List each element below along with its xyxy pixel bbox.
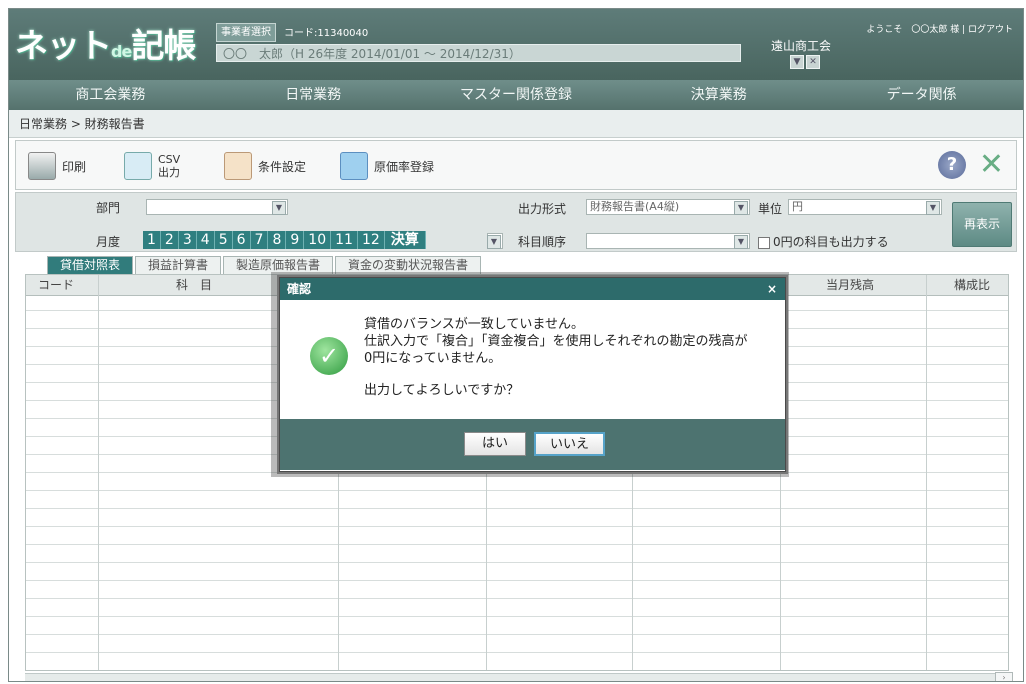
dept-select[interactable]: ▼ xyxy=(146,199,288,215)
business-code: コード:11340040 xyxy=(284,28,369,39)
header-icons: ▼ ✕ xyxy=(790,53,822,69)
menu-item-commerce[interactable]: 商工会業務 xyxy=(9,80,212,110)
conditions-button[interactable]: 条件設定 xyxy=(224,149,306,183)
menu-item-closing[interactable]: 決算業務 xyxy=(617,80,820,110)
col-ratio: 構成比 xyxy=(954,278,991,292)
dialog-message: 貸借のバランスが一致していません。 仕訳入力で「複合」「資金複合」を使用しそれぞ… xyxy=(364,316,748,399)
unit-value: 円 xyxy=(792,200,803,213)
close-icon[interactable]: ✕ xyxy=(979,148,1004,182)
month-7[interactable]: 7 xyxy=(251,231,269,249)
yes-button[interactable]: はい xyxy=(464,432,526,456)
logo-text: ネット xyxy=(15,26,112,65)
help-icon[interactable]: ? xyxy=(938,151,966,179)
col-account: 科 目 xyxy=(176,278,213,292)
column-divider xyxy=(926,275,927,670)
app-logo: ネットde記帳 xyxy=(15,19,196,67)
dialog-titlebar: 確認 × xyxy=(280,278,785,300)
csv-icon xyxy=(124,152,152,180)
month-6[interactable]: 6 xyxy=(233,231,251,249)
association-name: 遠山商工会 xyxy=(771,39,832,53)
confirm-dialog: 確認 × ✓ 貸借のバランスが一致していません。 仕訳入力で「複合」「資金複合」… xyxy=(279,277,786,472)
month-11[interactable]: 11 xyxy=(331,231,358,249)
greeting-logout-link[interactable]: ようこそ 〇〇太郎 様 | ログアウト xyxy=(866,22,1013,35)
menu-item-daily[interactable]: 日常業務 xyxy=(212,80,415,110)
menu-item-data[interactable]: データ関係 xyxy=(820,80,1023,110)
chevron-down-icon: ▼ xyxy=(734,201,748,215)
tab-balance-sheet[interactable]: 貸借対照表 xyxy=(47,256,134,274)
check-icon: ✓ xyxy=(310,337,348,375)
business-select-button[interactable]: 事業者選択 xyxy=(216,23,276,42)
horizontal-scrollbar[interactable] xyxy=(25,673,1009,681)
month-settlement[interactable]: 決算 xyxy=(385,231,426,249)
dialog-title: 確認 xyxy=(287,282,312,296)
month-4[interactable]: 4 xyxy=(197,231,215,249)
csv-label: CSV 出力 xyxy=(158,153,180,179)
user-period-display: 〇〇 太郎（H 26年度 2014/01/01 ～ 2014/12/31） xyxy=(216,44,741,62)
menu-item-master[interactable]: マスター関係登録 xyxy=(415,80,618,110)
clipboard-icon xyxy=(224,152,252,180)
output-format-select[interactable]: 財務報告書(A4縦) ▼ xyxy=(586,199,750,215)
close-icon[interactable]: ✕ xyxy=(806,55,820,69)
breadcrumb: 日常業務 > 財務報告書 xyxy=(9,110,1023,138)
print-label: 印刷 xyxy=(62,159,87,174)
app-window: ネットde記帳 事業者選択 コード:11340040 〇〇 太郎（H 26年度 … xyxy=(8,8,1024,682)
conditions-label: 条件設定 xyxy=(258,159,307,174)
month-9[interactable]: 9 xyxy=(286,231,305,249)
unit-label: 単位 xyxy=(758,202,783,216)
main-menu: 商工会業務 日常業務 マスター関係登録 決算業務 データ関係 xyxy=(9,80,1023,110)
csv-output-button[interactable]: CSV 出力 xyxy=(124,149,180,183)
dialog-close-button[interactable]: × xyxy=(767,278,777,300)
month-8[interactable]: 8 xyxy=(268,231,287,249)
zero-amount-checkbox[interactable] xyxy=(758,236,770,249)
no-button[interactable]: いいえ xyxy=(534,432,605,456)
csv-label-top: CSV xyxy=(158,153,181,166)
message-line: 仕訳入力で「複合」「資金複合」を使用しそれぞれの勘定の残高が xyxy=(364,334,748,349)
column-divider xyxy=(98,275,99,670)
output-format-label: 出力形式 xyxy=(518,202,567,216)
unit-select[interactable]: 円 ▼ xyxy=(788,199,942,215)
month-10[interactable]: 10 xyxy=(304,231,332,249)
scroll-right-icon[interactable]: › xyxy=(995,672,1013,681)
cost-rate-icon xyxy=(340,152,368,180)
message-line: 0円になっていません。 xyxy=(364,351,502,366)
toolbar: 印刷 CSV 出力 条件設定 原価率登録 ? ✕ xyxy=(15,140,1017,190)
dialog-footer: はい いいえ xyxy=(280,419,785,470)
dropdown-icon[interactable]: ▼ xyxy=(790,55,804,69)
cost-rate-label: 原価率登録 xyxy=(374,159,435,174)
order-select[interactable]: ▼ xyxy=(586,233,750,249)
printer-icon xyxy=(28,152,56,180)
chevron-down-icon: ▼ xyxy=(734,235,748,249)
dept-label: 部門 xyxy=(96,201,121,215)
chevron-down-icon: ▼ xyxy=(487,235,501,249)
logo-suffix-text: 記帳 xyxy=(131,26,196,65)
tab-income-statement[interactable]: 損益計算書 xyxy=(135,256,222,274)
month-3[interactable]: 3 xyxy=(179,231,197,249)
message-question: 出力してよろしいですか？ xyxy=(364,383,520,398)
month-selector: 1 2 3 4 5 6 7 8 9 10 11 12 決算 xyxy=(143,231,426,249)
month-2[interactable]: 2 xyxy=(161,231,179,249)
print-button[interactable]: 印刷 xyxy=(28,149,86,183)
zero-amount-label: 0円の科目も出力する xyxy=(773,235,889,249)
filter-panel: 部門 ▼ 月度 1 2 3 4 5 6 7 8 9 10 11 12 決算 ▼ … xyxy=(15,192,1017,252)
message-line: 貸借のバランスが一致していません。 xyxy=(364,317,584,332)
chevron-down-icon: ▼ xyxy=(926,201,940,215)
month-1[interactable]: 1 xyxy=(143,231,161,249)
logo-de-text: de xyxy=(111,42,132,61)
dialog-body: ✓ 貸借のバランスが一致していません。 仕訳入力で「複合」「資金複合」を使用しそ… xyxy=(280,300,785,419)
cost-rate-button[interactable]: 原価率登録 xyxy=(340,149,434,183)
csv-label-bottom: 出力 xyxy=(158,166,180,179)
month-12[interactable]: 12 xyxy=(358,231,385,249)
month-dropdown[interactable]: ▼ xyxy=(487,233,503,249)
redisplay-button[interactable]: 再表示 xyxy=(952,202,1012,247)
month-5[interactable]: 5 xyxy=(215,231,233,249)
order-label: 科目順序 xyxy=(518,235,567,249)
zero-amount-option[interactable]: 0円の科目も出力する xyxy=(758,233,889,250)
month-label: 月度 xyxy=(96,235,121,249)
col-code: コード xyxy=(38,278,75,292)
col-balance: 当月残高 xyxy=(826,278,875,292)
output-format-value: 財務報告書(A4縦) xyxy=(590,200,680,213)
chevron-down-icon: ▼ xyxy=(272,201,286,215)
app-header: ネットde記帳 事業者選択 コード:11340040 〇〇 太郎（H 26年度 … xyxy=(9,9,1023,80)
